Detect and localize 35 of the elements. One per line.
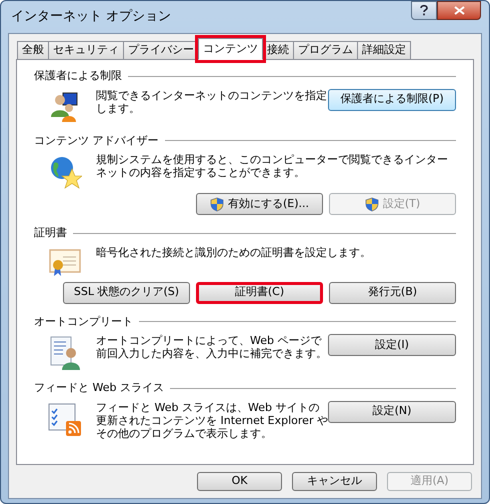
dialog-button[interactable]: SSL 状態のクリア(S) [63,282,190,304]
dialog-button[interactable]: キャンセル [292,472,377,491]
section-heading: フィードと Web スライス [34,380,164,396]
dialog-button[interactable]: 設定(N) [328,400,456,422]
close-button[interactable] [437,1,481,20]
shield-icon [364,196,379,212]
section-description: 暗号化された接続と識別のための証明書を設定します。 [96,246,372,258]
section-heading: コンテンツ アドバイザー [34,132,158,148]
feed-list-icon [48,402,82,436]
tab[interactable]: 詳細設定 [357,41,411,60]
tab[interactable]: セキュリティ [48,41,124,60]
tab[interactable]: コンテンツ [198,38,263,60]
section-description: 閲覧できるインターネットのコンテンツを指定します。 [96,88,328,114]
section-heading: 証明書 [34,225,67,241]
globe-star-icon [48,155,82,189]
section-heading: 保護者による制限 [34,68,122,84]
help-icon [420,5,428,16]
tab[interactable]: 全般 [17,41,49,60]
section-heading: オートコンプリート [34,314,133,330]
dialog-button[interactable]: 保護者による制限(P) [328,88,456,110]
shield-icon [210,196,224,212]
dialog-button[interactable]: 設定(I) [328,334,456,356]
tab[interactable]: プログラム [293,41,358,60]
help-button[interactable] [411,1,437,20]
dialog-button[interactable]: OK [197,472,282,491]
dialog-button[interactable]: 発行元(B) [329,282,456,304]
section-description: フィードと Web スライスは、Web サイトの更新されたコンテンツを Internet Explorer やその他のプログラムで表示します。 [96,400,328,440]
section-description: オートコンプリートによって、Web ページで前回入力した内容を、入力中に補完できます。 [96,334,328,360]
section-description: 規制システムを使用すると、このコンピューターで閲覧できるインターネットの内容を指定することができます。 [96,153,449,179]
dialog-button[interactable]: 証明書(C) [196,282,323,304]
form-user-icon [49,336,81,370]
certificate-icon [49,248,81,278]
close-icon [454,6,464,15]
dialog-button[interactable]: 有効にする(E)... [196,193,323,215]
window-title: インターネット オプション [11,8,172,26]
